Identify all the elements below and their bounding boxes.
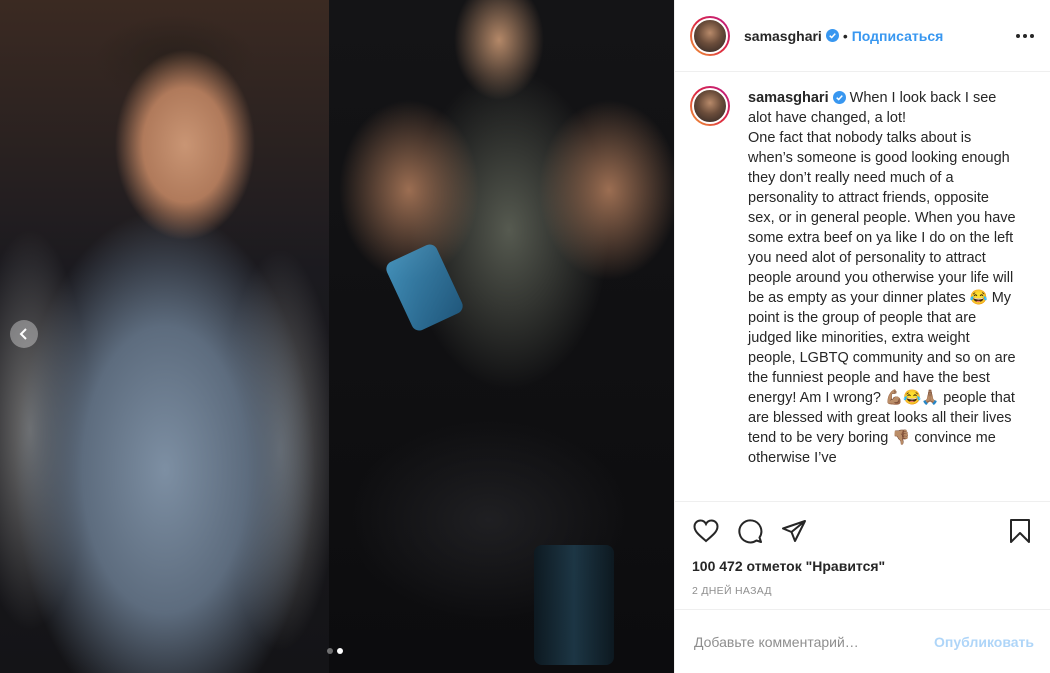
post-media[interactable]	[0, 0, 674, 673]
separator-dot: •	[842, 27, 848, 44]
follow-button[interactable]: Подписаться	[852, 28, 944, 44]
carousel-dot	[327, 648, 333, 654]
post-timestamp[interactable]: 2 ДНЕЙ НАЗАД	[692, 585, 1034, 597]
post-actions: 100 472 отметок "Нравится" 2 ДНЕЙ НАЗАД	[675, 501, 1050, 609]
caption-row: samasghari When I look back I see alot h…	[690, 86, 1034, 468]
photo-after	[329, 0, 674, 673]
caption-area[interactable]: samasghari When I look back I see alot h…	[675, 72, 1050, 501]
caption: samasghari When I look back I see alot h…	[748, 88, 1016, 468]
avatar[interactable]	[690, 15, 730, 56]
heart-icon	[693, 519, 719, 543]
like-button[interactable]	[692, 517, 720, 545]
save-button[interactable]	[1006, 517, 1034, 545]
username-link[interactable]: samasghari	[744, 28, 822, 44]
post-header: samasghari • Подписаться	[675, 0, 1050, 72]
publish-button[interactable]: Опубликовать	[934, 634, 1034, 650]
caption-text: When I look back I see alot have changed…	[748, 90, 1016, 466]
share-button[interactable]	[780, 517, 808, 545]
post-sidebar: samasghari • Подписаться samasghari When…	[674, 0, 1050, 673]
comment-input[interactable]	[692, 632, 935, 651]
photo-before	[0, 0, 329, 673]
verified-badge-icon	[825, 29, 839, 42]
carousel-prev-button[interactable]	[10, 320, 38, 348]
caption-username[interactable]: samasghari	[748, 90, 829, 106]
action-icons	[692, 516, 1034, 546]
comment-form: Опубликовать	[675, 609, 1050, 673]
carousel-indicator	[327, 648, 343, 654]
carousel-dot-active	[337, 648, 343, 654]
supplement-jar	[534, 545, 614, 665]
comment-button[interactable]	[736, 517, 764, 545]
bookmark-icon	[1010, 519, 1030, 543]
likes-count[interactable]: 100 472 отметок "Нравится"	[692, 558, 1034, 574]
verified-badge-icon	[832, 91, 846, 104]
more-options-icon[interactable]	[1016, 28, 1034, 44]
caption-avatar[interactable]	[690, 86, 730, 126]
chevron-left-icon	[19, 328, 27, 340]
comment-icon	[738, 519, 763, 544]
share-icon	[782, 520, 806, 542]
instagram-post: samasghari • Подписаться samasghari When…	[0, 0, 1050, 673]
shaker-bottle	[383, 241, 466, 334]
